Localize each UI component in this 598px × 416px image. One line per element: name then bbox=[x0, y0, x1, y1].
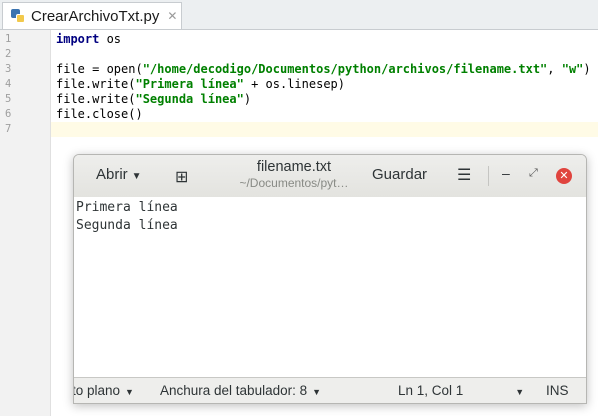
open-button-label: Abrir bbox=[96, 166, 128, 183]
python-file-icon bbox=[11, 9, 25, 23]
cursor-position-label: Ln 1, Col 1 bbox=[398, 383, 464, 398]
tab-width-selector[interactable]: Anchura del tabulador: 8 ▼ bbox=[160, 383, 321, 398]
chevron-down-icon: ▼ bbox=[131, 171, 142, 182]
maximize-icon[interactable]: ⤢ bbox=[529, 167, 538, 180]
minimize-icon[interactable]: – bbox=[502, 165, 510, 181]
open-button[interactable]: Abrir ▼ bbox=[96, 166, 142, 183]
line-number: 7 bbox=[5, 123, 12, 135]
gedit-text-area[interactable]: Primera línea Segunda línea bbox=[74, 197, 586, 377]
current-line-highlight bbox=[51, 122, 598, 137]
file-tab[interactable]: CrearArchivoTxt.py ✕ bbox=[2, 2, 182, 29]
document-title: filename.txt bbox=[256, 159, 332, 175]
line-number: 3 bbox=[5, 63, 12, 75]
tab-width-label: Anchura del tabulador: 8 bbox=[160, 383, 308, 398]
line-number-gutter: 1 2 3 4 5 6 7 bbox=[0, 30, 51, 416]
language-selector[interactable]: to plano ▼ bbox=[73, 383, 134, 398]
line-number: 5 bbox=[5, 93, 12, 105]
editor-tabbar: CrearArchivoTxt.py ✕ bbox=[0, 0, 598, 30]
save-button[interactable]: Guardar bbox=[372, 166, 427, 183]
insert-mode-indicator[interactable]: INS bbox=[546, 383, 569, 398]
language-label: to plano bbox=[73, 383, 121, 398]
chevron-down-icon: ▼ bbox=[312, 387, 322, 397]
close-tab-icon[interactable]: ✕ bbox=[167, 9, 177, 23]
close-icon[interactable]: ✕ bbox=[556, 168, 572, 184]
cursor-position-selector[interactable]: Ln 1, Col 1 ▼ bbox=[398, 383, 524, 398]
chevron-down-icon: ▼ bbox=[515, 387, 525, 397]
line-number: 1 bbox=[5, 33, 12, 45]
document-path: ~/Documentos/pyt… bbox=[239, 176, 349, 190]
line-number: 2 bbox=[5, 48, 12, 60]
file-tab-label: CrearArchivoTxt.py bbox=[31, 7, 160, 25]
gedit-statusbar: to plano ▼ Anchura del tabulador: 8 ▼ Ln 1… bbox=[73, 377, 586, 403]
line-number: 6 bbox=[5, 108, 12, 120]
code-line-6: file.close() bbox=[56, 107, 143, 121]
headerbar-separator bbox=[488, 166, 489, 186]
new-document-icon[interactable]: ⊞ bbox=[175, 167, 188, 187]
gedit-headerbar: Abrir ▼ ⊞ filename.txt ~/Documentos/pyt… … bbox=[74, 155, 586, 198]
code-line-1: import os bbox=[56, 32, 122, 46]
window-title: filename.txt ~/Documentos/pyt… bbox=[214, 159, 374, 190]
line-number: 4 bbox=[5, 78, 12, 90]
code-line-3: file = open("/home/decodigo/Documentos/p… bbox=[56, 62, 591, 76]
gedit-window: Abrir ▼ ⊞ filename.txt ~/Documentos/pyt… … bbox=[73, 154, 587, 404]
code-line-5: file.write("Segunda línea") bbox=[56, 92, 252, 106]
code-line-4: file.write("Primera línea" + os.linesep) bbox=[56, 77, 346, 91]
text-line: Segunda línea bbox=[76, 218, 178, 233]
chevron-down-icon: ▼ bbox=[125, 387, 134, 397]
hamburger-menu-icon[interactable]: ☰ bbox=[457, 165, 471, 185]
text-line: Primera línea bbox=[76, 200, 178, 215]
